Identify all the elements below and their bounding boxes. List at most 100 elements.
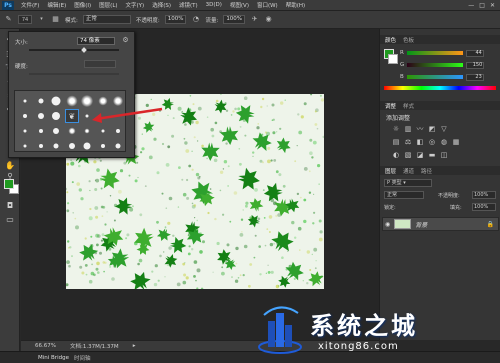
blend-mode-select[interactable]: 正常 [384,191,424,199]
posterize-adjustment-icon[interactable]: ▧ [404,151,412,159]
green-channel-value[interactable]: 150 [466,61,485,69]
red-channel-slider[interactable] [406,51,463,55]
brush-preset[interactable] [96,139,110,153]
threshold-adjustment-icon[interactable]: ◪ [416,151,424,159]
gradient-map-adjustment-icon[interactable]: ▬ [428,151,436,159]
brush-size-field[interactable]: 74 像素 [77,37,115,45]
photo-filter-adjustment-icon[interactable]: ◎ [428,138,436,146]
minimize-button[interactable]: — [468,2,474,9]
brush-preset[interactable] [80,124,94,138]
foreground-color-swatch[interactable] [4,179,14,189]
menu-window[interactable]: 窗口(W) [253,1,282,9]
black-white-adjustment-icon[interactable]: ◧ [416,138,424,146]
flow-field[interactable]: 100% [223,15,246,24]
curves-adjustment-icon[interactable]: 〰 [416,125,424,133]
brush-preset[interactable] [34,109,48,123]
hardness-slider[interactable] [29,73,119,75]
brush-panel-toggle-icon[interactable]: ▦ [51,15,60,24]
brush-preset[interactable] [65,124,79,138]
brush-preset[interactable] [65,94,79,108]
layer-opacity-field[interactable]: 100% [472,191,496,199]
channel-mixer-adjustment-icon[interactable]: ◍ [440,138,448,146]
brush-preset[interactable] [80,139,94,153]
brush-size-slider[interactable] [29,47,119,53]
tab-styles[interactable]: 样式 [403,102,414,110]
screen-mode-icon[interactable]: ▭ [3,213,17,226]
chevron-right-icon[interactable]: ▸ [133,343,136,349]
color-lookup-adjustment-icon[interactable]: ▦ [452,138,460,146]
airbrush-icon[interactable]: ✈ [250,15,259,24]
brush-preset[interactable] [18,94,32,108]
close-button[interactable]: ✕ [490,2,495,9]
chevron-down-icon[interactable]: ▾ [37,15,46,24]
brush-preset[interactable] [18,139,32,153]
menu-layer[interactable]: 图层(L) [95,1,121,9]
brush-preset[interactable] [34,94,48,108]
tab-paths[interactable]: 路径 [421,167,432,175]
brush-preset[interactable] [111,124,125,138]
blue-channel-slider[interactable] [406,75,463,79]
quick-mask-icon[interactable]: ◘ [3,199,17,212]
menu-select[interactable]: 选择(S) [148,1,175,9]
invert-adjustment-icon[interactable]: ◐ [392,151,400,159]
brush-tool-icon[interactable]: ✎ [4,15,13,24]
menu-filter[interactable]: 滤镜(T) [175,1,202,9]
blue-channel-value[interactable]: 23 [465,73,484,81]
brush-preset[interactable] [111,139,125,153]
brush-preset[interactable] [34,139,48,153]
brush-preset-selected[interactable]: ❦ [64,109,79,123]
layer-filter-select[interactable]: P 类型 ▾ [384,179,432,187]
menu-type[interactable]: 文字(Y) [122,1,149,9]
pressure-size-icon[interactable]: ◉ [264,15,273,24]
eye-icon[interactable]: ◉ [385,221,390,228]
brush-preset-picker[interactable]: 74 [18,15,32,24]
levels-adjustment-icon[interactable]: ▥ [404,125,412,133]
color-balance-adjustment-icon[interactable]: ⚖ [404,138,412,146]
brightness-adjustment-icon[interactable]: ☼ [392,125,400,133]
brush-preset[interactable] [49,94,63,108]
layer-row-background[interactable]: ◉ 背景 🔒 [382,217,499,231]
paint-speckle [303,219,307,224]
selective-color-adjustment-icon[interactable]: ◫ [440,151,448,159]
vibrance-adjustment-icon[interactable]: ▽ [440,125,448,133]
menu-file[interactable]: 文件(F) [17,1,43,9]
panel-background-swatch[interactable] [388,54,398,64]
brush-preset[interactable] [96,124,110,138]
tab-timeline[interactable]: 时间轴 [74,354,91,362]
brush-preset[interactable] [49,109,63,123]
leaf-stroke [170,236,187,254]
mode-select[interactable]: 正常 [82,15,131,24]
tab-layers[interactable]: 图层 [385,167,396,175]
brush-preset[interactable] [65,139,79,153]
brush-preset[interactable] [18,109,32,123]
hardness-field[interactable] [84,60,116,68]
opacity-field[interactable]: 100% [164,15,187,24]
color-spectrum-bar[interactable] [384,86,496,90]
menu-bar: Ps 文件(F) 编辑(E) 图像(I) 图层(L) 文字(Y) 选择(S) 滤… [0,0,500,11]
menu-help[interactable]: 帮助(H) [282,1,309,9]
brush-size-knob[interactable] [81,47,88,53]
menu-image[interactable]: 图像(I) [70,1,95,9]
brush-preset[interactable] [49,139,63,153]
brush-preset[interactable] [49,124,63,138]
tab-mini-bridge[interactable]: Mini Bridge [38,355,69,361]
menu-view[interactable]: 视图(V) [226,1,253,9]
menu-edit[interactable]: 编辑(E) [43,1,70,9]
brush-preset[interactable] [34,124,48,138]
tab-adjustments[interactable]: 调整 [385,102,396,110]
brush-preset[interactable] [18,124,32,138]
pressure-opacity-icon[interactable]: ◔ [191,15,200,24]
exposure-adjustment-icon[interactable]: ◩ [428,125,436,133]
tab-swatches[interactable]: 色板 [403,36,414,44]
tab-color[interactable]: 颜色 [385,36,396,44]
maximize-button[interactable]: □ [479,2,485,9]
gear-icon[interactable]: ⚙ [121,36,130,45]
green-channel-slider[interactable] [407,63,464,67]
menu-3d[interactable]: 3D(D) [202,2,226,8]
tab-channels[interactable]: 通道 [403,167,414,175]
color-swatches[interactable] [4,179,20,195]
fill-field[interactable]: 100% [472,203,496,211]
red-channel-value[interactable]: 44 [465,49,484,57]
zoom-level[interactable]: 66.67% [35,343,56,349]
hue-saturation-adjustment-icon[interactable]: ▤ [392,138,400,146]
